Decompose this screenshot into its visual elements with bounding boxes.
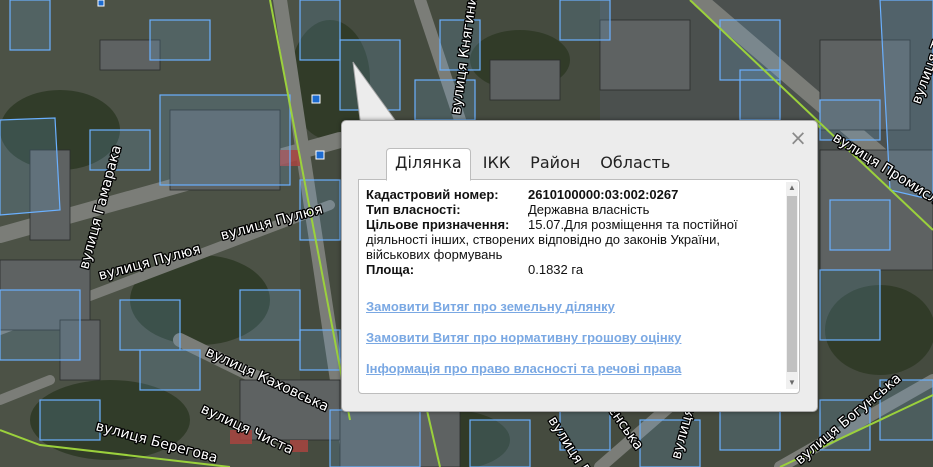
area-label: Площа: [366, 262, 415, 277]
purpose-value-line1: 15.07.Для розміщення та постійної [528, 217, 738, 232]
cadastral-number-value: 2610100000:03:002:0267 [528, 187, 679, 202]
scroll-up-arrow-icon[interactable]: ▲ [786, 182, 798, 194]
order-land-parcel-extract-link[interactable]: Замовити Витяг про земельну ділянку [366, 299, 615, 314]
cadastral-number-label: Кадастровий номер: [366, 187, 499, 202]
row-ownership-type: Тип власності: Державна власність [366, 202, 776, 217]
ownership-type-value: Державна власність [528, 202, 650, 217]
tab-district[interactable]: Район [522, 148, 588, 179]
close-icon[interactable]: × [789, 128, 807, 149]
popup-tabs: Ділянка ІКК Район Область [386, 148, 682, 181]
parcel-info: Кадастровий номер: 2610100000:03:002:026… [366, 187, 776, 277]
order-valuation-extract-link[interactable]: Замовити Витяг про нормативну грошову оц… [366, 330, 681, 345]
purpose-label: Цільове призначення: [366, 217, 510, 232]
panel-scrollbar[interactable]: ▲ ▼ [786, 182, 798, 389]
row-area: Площа: 0.1832 га [366, 262, 776, 277]
scroll-down-arrow-icon[interactable]: ▼ [786, 377, 798, 389]
scrollbar-thumb[interactable] [787, 196, 797, 372]
tab-parcel[interactable]: Ділянка [386, 148, 471, 181]
ownership-rights-info-link[interactable]: Інформація про право власності та речові… [366, 361, 681, 376]
area-value: 0.1832 га [528, 262, 584, 277]
purpose-value-continuation: діяльності інших, створених відповідно д… [366, 232, 720, 262]
row-cadastral-number: Кадастровий номер: 2610100000:03:002:026… [366, 187, 776, 202]
parcel-info-popup: × Ділянка ІКК Район Область Кадастровий … [341, 120, 818, 412]
tab-ikk[interactable]: ІКК [475, 148, 518, 179]
row-purpose: Цільове призначення: 15.07.Для розміщенн… [366, 217, 776, 232]
tab-panel-parcel: Кадастровий номер: 2610100000:03:002:026… [358, 179, 800, 394]
tab-region[interactable]: Область [592, 148, 678, 179]
ownership-type-label: Тип власності: [366, 202, 461, 217]
